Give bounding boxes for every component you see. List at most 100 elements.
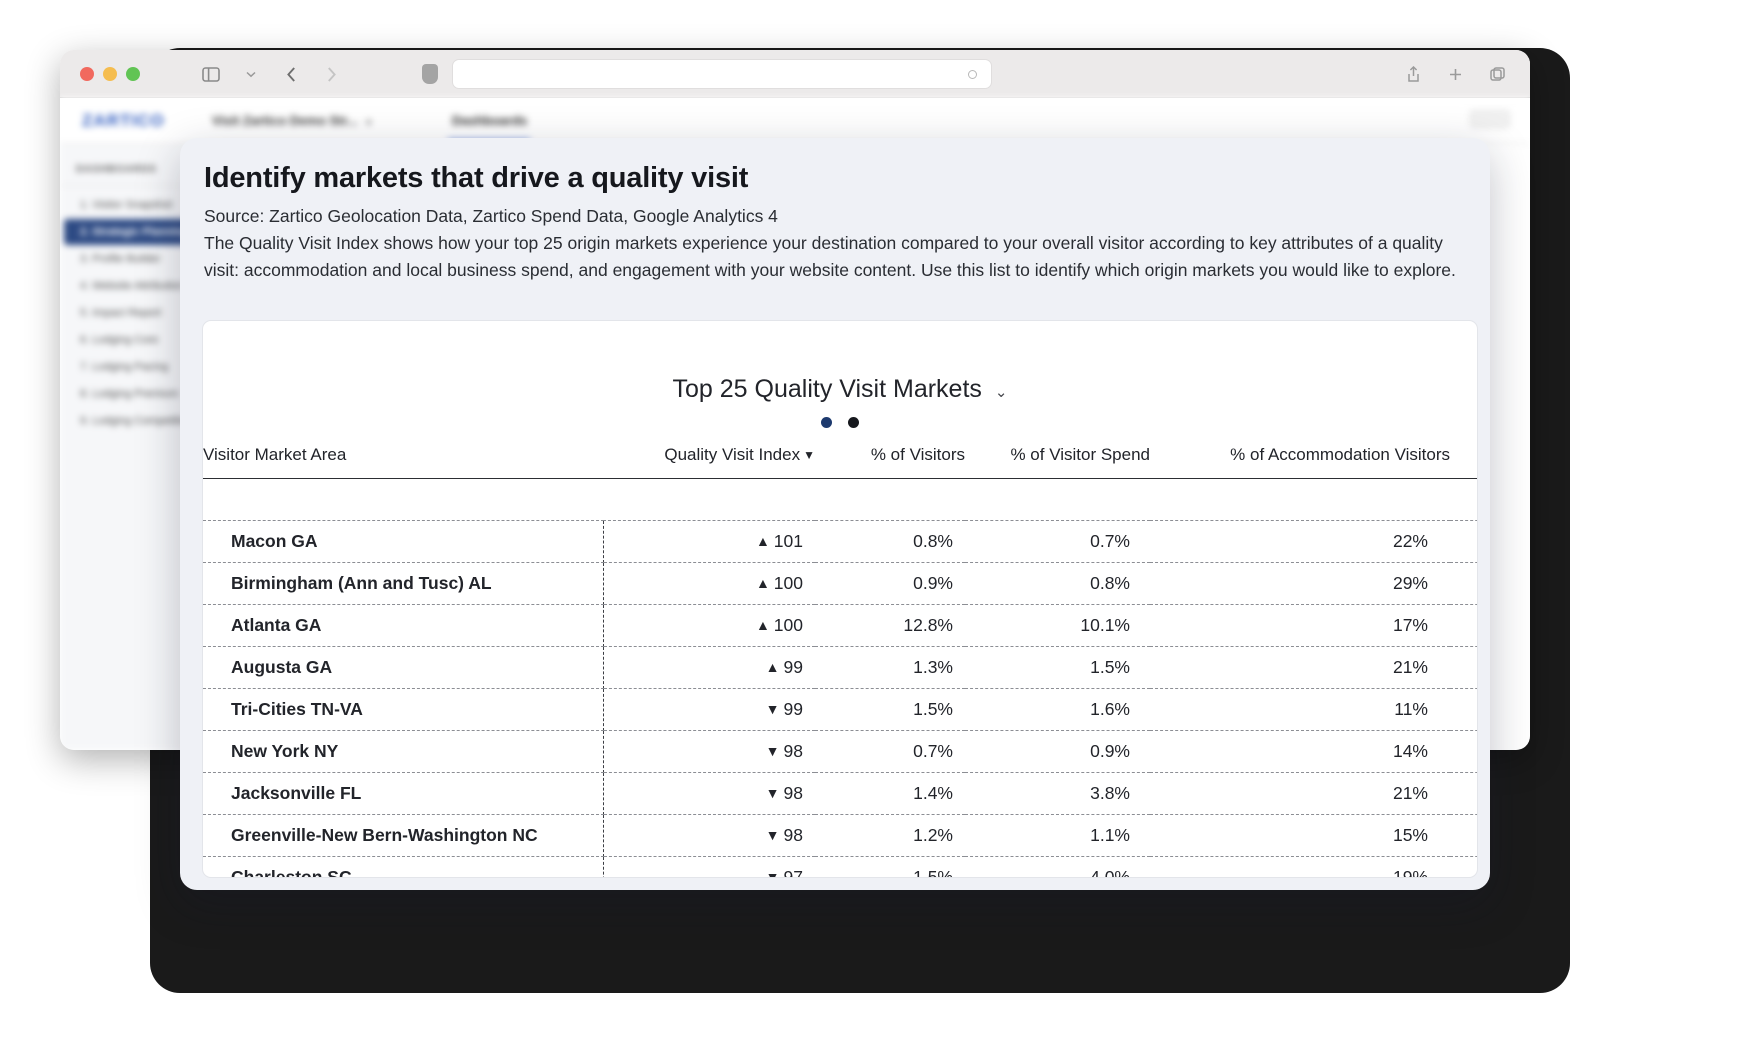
- table-row[interactable]: Tri-Cities TN-VA ▼ 99 1.5% 1.6% 11%: [203, 688, 1477, 731]
- cell-qvi-value: 97: [783, 867, 803, 878]
- cell-visitors: 12.8%: [815, 604, 965, 647]
- cell-visitors: 1.3%: [815, 646, 965, 689]
- header-rule: [203, 478, 1477, 521]
- cell-quality-visit-index: ▲ 99: [603, 646, 815, 689]
- trend-down-icon: ▼: [765, 701, 780, 717]
- cell-visitor-spend: 1.5%: [965, 646, 1150, 689]
- tabs-overview-icon[interactable]: [1486, 63, 1508, 85]
- trend-down-icon: ▼: [765, 827, 780, 843]
- cell-accommodation-spend: [1450, 814, 1477, 857]
- cell-accommodation-visitors: 22%: [1150, 520, 1450, 563]
- cell-accommodation-visitors: 21%: [1150, 646, 1450, 689]
- window-action-button[interactable]: [1470, 110, 1510, 128]
- cell-accommodation-visitors: 17%: [1150, 604, 1450, 647]
- cell-accommodation-visitors: 29%: [1150, 562, 1450, 605]
- trend-down-icon: ▼: [765, 869, 780, 878]
- cell-visitors: 0.7%: [815, 730, 965, 773]
- close-window-icon[interactable]: [80, 67, 94, 81]
- cell-quality-visit-index: ▼ 98: [603, 814, 815, 857]
- column-header-qvi-label: Quality Visit Index: [664, 445, 801, 464]
- chevron-down-icon[interactable]: ▾: [366, 116, 372, 129]
- cell-visitors: 1.2%: [815, 814, 965, 857]
- cell-accommodation-spend: [1450, 772, 1477, 815]
- header-rule-cell: [203, 478, 1477, 521]
- workspace-selector[interactable]: Visit Zartico Demo Str...: [212, 113, 358, 128]
- trend-down-icon: ▼: [765, 785, 780, 801]
- cell-accommodation-visitors: 19%: [1150, 856, 1450, 877]
- chevron-down-icon[interactable]: [240, 63, 262, 85]
- tab-dashboards[interactable]: Dashboards: [452, 113, 527, 128]
- screenshot-root: ZARTICO Visit Zartico Demo Str... ▾ Dash…: [0, 0, 1743, 1055]
- cell-quality-visit-index: ▼ 99: [603, 688, 815, 731]
- toolbar-right-icons: [1402, 63, 1508, 85]
- share-icon[interactable]: [1402, 63, 1424, 85]
- traffic-lights[interactable]: [80, 67, 140, 81]
- column-header-visitors[interactable]: % of Visitors: [815, 445, 965, 479]
- table-row[interactable]: New York NY ▼ 98 0.7% 0.9% 14%: [203, 730, 1477, 773]
- address-bar[interactable]: [452, 59, 992, 89]
- cell-visitors: 0.8%: [815, 520, 965, 563]
- table-row[interactable]: Macon GA ▲ 101 0.8% 0.7% 22%: [203, 520, 1477, 563]
- table-row[interactable]: Charleston SC ▼ 97 1.5% 4.0% 19%: [203, 856, 1477, 878]
- cell-visitor-spend: 10.1%: [965, 604, 1150, 647]
- forward-icon[interactable]: [320, 63, 342, 85]
- cell-accommodation-spend: [1450, 730, 1477, 773]
- sidebar-icon[interactable]: [200, 63, 222, 85]
- cell-visitors: 1.5%: [815, 688, 965, 731]
- cell-market: Atlanta GA: [203, 604, 604, 647]
- cell-quality-visit-index: ▲ 100: [603, 562, 815, 605]
- new-tab-icon[interactable]: [1444, 63, 1466, 85]
- page-title: Identify markets that drive a quality vi…: [204, 162, 749, 194]
- cell-qvi-value: 99: [783, 699, 803, 719]
- column-header-accommodation-spend[interactable]: % of Accommoda: [1450, 445, 1477, 479]
- column-header-quality-visit-index[interactable]: Quality Visit Index ▼: [603, 445, 815, 479]
- column-header-visitor-spend[interactable]: % of Visitor Spend: [965, 445, 1150, 479]
- trend-up-icon: ▲: [755, 533, 770, 549]
- cell-accommodation-visitors: 21%: [1150, 772, 1450, 815]
- pagination-dot-1[interactable]: [821, 417, 832, 428]
- reload-icon[interactable]: [968, 70, 977, 79]
- cell-qvi-value: 98: [783, 825, 803, 845]
- pagination-dots[interactable]: [203, 417, 1477, 428]
- cell-qvi-value: 98: [783, 783, 803, 803]
- cell-market: New York NY: [203, 730, 604, 773]
- app-logo: ZARTICO: [82, 111, 165, 130]
- cell-accommodation-spend: [1450, 604, 1477, 647]
- foreground-panel: Identify markets that drive a quality vi…: [180, 138, 1490, 890]
- table-row[interactable]: Augusta GA ▲ 99 1.3% 1.5% 21%: [203, 646, 1477, 689]
- cell-visitor-spend: 1.6%: [965, 688, 1150, 731]
- pagination-dot-2[interactable]: [848, 417, 859, 428]
- cell-quality-visit-index: ▼ 97: [603, 856, 815, 878]
- sort-descending-icon[interactable]: ▼: [803, 448, 815, 462]
- zoom-window-icon[interactable]: [126, 67, 140, 81]
- table-row[interactable]: Greenville-New Bern-Washington NC ▼ 98 1.…: [203, 814, 1477, 857]
- page-description: The Quality Visit Index shows how your t…: [204, 233, 1456, 280]
- cell-qvi-value: 99: [783, 657, 803, 677]
- table-row[interactable]: Atlanta GA ▲ 100 12.8% 10.1% 17%: [203, 604, 1477, 647]
- cell-quality-visit-index: ▼ 98: [603, 730, 815, 773]
- trend-up-icon: ▲: [755, 575, 770, 591]
- chevron-down-icon[interactable]: ⌄: [995, 385, 1008, 400]
- browser-toolbar: [60, 50, 1530, 98]
- cell-visitors: 1.4%: [815, 772, 965, 815]
- cell-visitors: 0.9%: [815, 562, 965, 605]
- cell-qvi-value: 101: [773, 531, 803, 551]
- cell-visitor-spend: 4.0%: [965, 856, 1150, 877]
- table-header-row: Visitor Market Area Quality Visit Index ▼…: [203, 445, 1477, 479]
- minimize-window-icon[interactable]: [103, 67, 117, 81]
- cell-accommodation-visitors: 15%: [1150, 814, 1450, 857]
- column-header-accommodation-visitors[interactable]: % of Accommodation Visitors: [1150, 445, 1450, 479]
- chart-title-row[interactable]: Top 25 Quality Visit Markets ⌄: [673, 375, 1008, 404]
- cell-quality-visit-index: ▼ 98: [603, 772, 815, 815]
- back-icon[interactable]: [280, 63, 302, 85]
- table-row[interactable]: Birmingham (Ann and Tusc) AL ▲ 100 0.9% 0…: [203, 562, 1477, 605]
- cell-visitor-spend: 1.1%: [965, 814, 1150, 857]
- toolbar-nav-icons: [200, 63, 342, 85]
- cell-market: Jacksonville FL: [203, 772, 604, 815]
- data-source-label: Source: Zartico Geolocation Data, Zartic…: [204, 206, 778, 226]
- table-row[interactable]: Jacksonville FL ▼ 98 1.4% 3.8% 21%: [203, 772, 1477, 815]
- cell-visitor-spend: 0.7%: [965, 520, 1150, 563]
- column-header-market[interactable]: Visitor Market Area: [203, 445, 603, 479]
- site-security-icon: [422, 64, 438, 84]
- cell-accommodation-visitors: 14%: [1150, 730, 1450, 773]
